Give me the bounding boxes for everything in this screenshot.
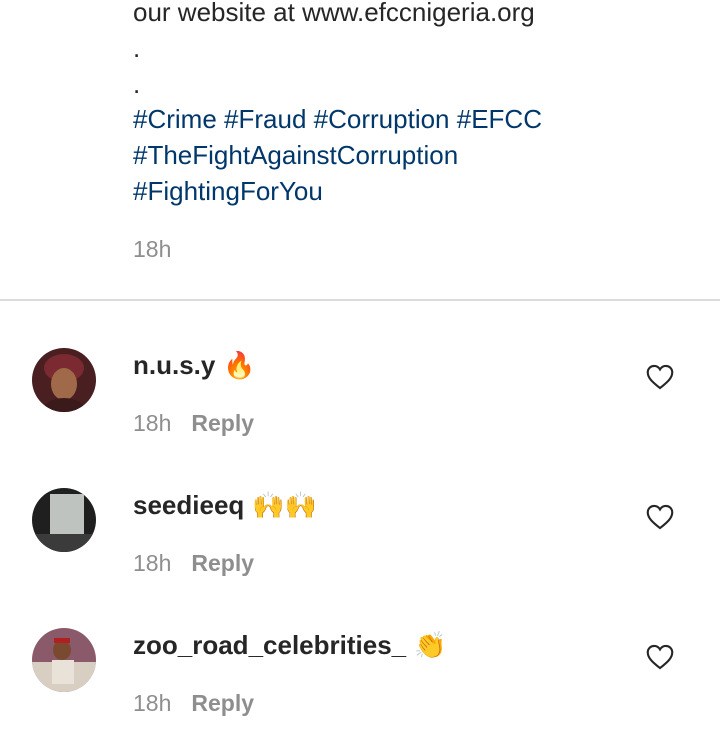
heart-outline-icon[interactable] [646, 504, 674, 530]
divider [0, 299, 720, 301]
hashtag-row-3: #FightingForYou [133, 173, 323, 209]
username-text[interactable]: n.u.s.y [133, 350, 215, 380]
comment-meta: 18h Reply [133, 550, 254, 577]
comment-time: 18h [133, 690, 172, 716]
hashtag-efcc[interactable]: #EFCC [457, 104, 542, 134]
heart-outline-icon[interactable] [646, 644, 674, 670]
avatar[interactable] [32, 488, 96, 552]
comment-username[interactable]: zoo_road_celebrities_ 👏 [133, 630, 447, 661]
raising-hands-emoji: 🙌🙌 [252, 491, 318, 521]
comment-item: n.u.s.y 🔥 18h Reply [0, 348, 720, 468]
hashtag-crime[interactable]: #Crime [133, 104, 217, 134]
reply-button[interactable]: Reply [191, 690, 254, 716]
hashtag-corruption[interactable]: #Corruption [314, 104, 450, 134]
reply-button[interactable]: Reply [191, 410, 254, 436]
hashtag-thefightagainstcorruption[interactable]: #TheFightAgainstCorruption [133, 140, 458, 170]
post-timestamp: 18h [133, 236, 172, 262]
hashtag-fraud[interactable]: #Fraud [224, 104, 306, 134]
comment-item: seedieeq 🙌🙌 18h Reply [0, 488, 720, 608]
comment-time: 18h [133, 550, 172, 576]
hashtag-row-1: #Crime #Fraud #Corruption #EFCC [133, 101, 542, 137]
comment-username[interactable]: n.u.s.y 🔥 [133, 350, 256, 381]
fire-emoji: 🔥 [223, 351, 256, 381]
reply-button[interactable]: Reply [191, 550, 254, 576]
username-text[interactable]: zoo_road_celebrities_ [133, 630, 406, 660]
comment-item: zoo_road_celebrities_ 👏 18h Reply [0, 628, 720, 748]
caption-dot-1: . [133, 33, 141, 63]
comment-meta: 18h Reply [133, 410, 254, 437]
comment-meta: 18h Reply [133, 690, 254, 717]
caption-dot-2: . [133, 69, 141, 99]
hashtag-fightingforyou[interactable]: #FightingForYou [133, 176, 323, 206]
avatar[interactable] [32, 348, 96, 412]
comment-time: 18h [133, 410, 172, 436]
username-text[interactable]: seedieeq [133, 490, 244, 520]
comment-username[interactable]: seedieeq 🙌🙌 [133, 490, 317, 521]
heart-outline-icon[interactable] [646, 364, 674, 390]
caption-website-line: our website at www.efccnigeria.org [133, 0, 535, 27]
clapping-hands-emoji: 👏 [414, 631, 447, 661]
hashtag-row-2: #TheFightAgainstCorruption [133, 137, 458, 173]
avatar[interactable] [32, 628, 96, 692]
